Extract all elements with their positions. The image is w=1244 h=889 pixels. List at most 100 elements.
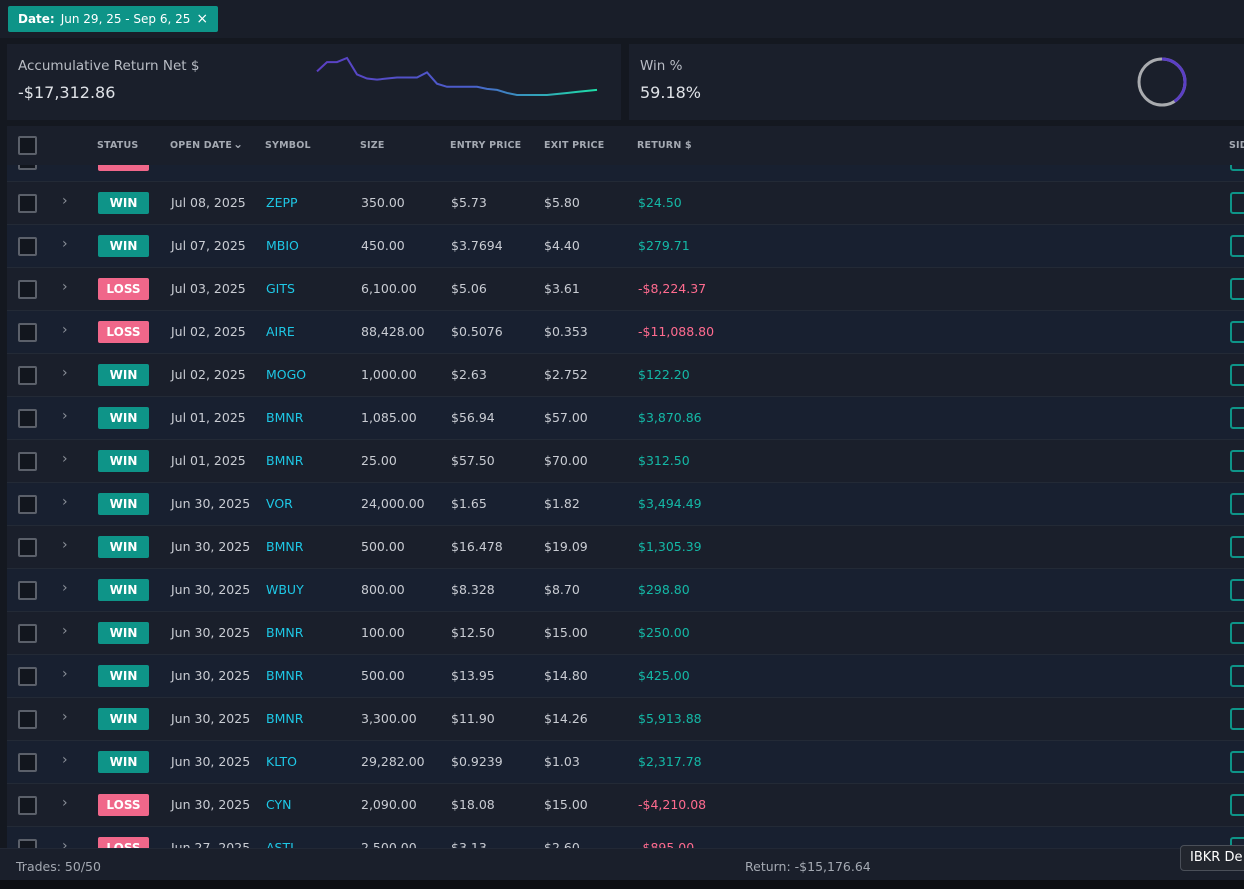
size: 2,090.00: [361, 797, 417, 812]
table-row[interactable]: › WIN Jul 01, 2025 BMNR 1,085.00 $56.94 …: [7, 397, 1244, 440]
table-row[interactable]: › LOSS Jul 03, 2025 GITS 6,100.00 $5.06 …: [7, 268, 1244, 311]
row-checkbox[interactable]: [18, 452, 37, 471]
status-badge: WIN: [98, 192, 149, 214]
symbol-link[interactable]: BMNR: [266, 539, 303, 554]
status-badge: LOSS: [98, 321, 149, 343]
row-checkbox[interactable]: [18, 538, 37, 557]
col-open-date[interactable]: OPEN DATE: [170, 140, 232, 151]
expand-chevron-icon[interactable]: ›: [62, 709, 68, 725]
table-row[interactable]: › WIN Jun 30, 2025 KLTO 29,282.00 $0.923…: [7, 741, 1244, 784]
row-checkbox[interactable]: [18, 796, 37, 815]
row-checkbox[interactable]: [18, 194, 37, 213]
row-checkbox[interactable]: [18, 581, 37, 600]
card-title: Win %: [640, 58, 683, 74]
size: 1,085.00: [361, 410, 417, 425]
col-entry-price[interactable]: ENTRY PRICE: [450, 140, 521, 151]
open-date: Jul 08, 2025: [171, 195, 246, 210]
symbol-link[interactable]: BMNR: [266, 711, 303, 726]
symbol-link[interactable]: VOR: [266, 496, 293, 511]
table-row[interactable]: › WIN Jun 30, 2025 BMNR 100.00 $12.50 $1…: [7, 612, 1244, 655]
tooltip: IBKR De: [1180, 845, 1244, 871]
row-checkbox[interactable]: [18, 753, 37, 772]
symbol-link[interactable]: BMNR: [266, 625, 303, 640]
table-row[interactable]: › WIN Jun 30, 2025 BMNR 500.00 $13.95 $1…: [7, 655, 1244, 698]
expand-chevron-icon[interactable]: ›: [62, 623, 68, 639]
expand-chevron-icon[interactable]: ›: [62, 408, 68, 424]
symbol-link[interactable]: MBIO: [266, 238, 299, 253]
side-badge: [1230, 364, 1244, 386]
col-exit-price[interactable]: EXIT PRICE: [544, 140, 604, 151]
side-badge: [1230, 278, 1244, 300]
side-badge: [1230, 493, 1244, 515]
table-row[interactable]: › WIN Jul 08, 2025 ZEPP 350.00 $5.73 $5.…: [7, 182, 1244, 225]
sparkline-series: [316, 56, 598, 96]
row-checkbox[interactable]: [18, 323, 37, 342]
return-value: $250.00: [638, 625, 690, 640]
table-header: STATUS OPEN DATE ⌄ SYMBOL SIZE ENTRY PRI…: [7, 126, 1244, 165]
table-row[interactable]: › LOSS Jun 30, 2025 CYN 2,090.00 $18.08 …: [7, 784, 1244, 827]
symbol-link[interactable]: BMNR: [266, 453, 303, 468]
table-row[interactable]: › WIN Jun 30, 2025 VOR 24,000.00 $1.65 $…: [7, 483, 1244, 526]
expand-chevron-icon[interactable]: ›: [62, 236, 68, 252]
expand-chevron-icon[interactable]: ›: [62, 451, 68, 467]
symbol-link[interactable]: CYN: [266, 797, 292, 812]
expand-chevron-icon[interactable]: ›: [62, 666, 68, 682]
open-date: Jul 01, 2025: [171, 410, 246, 425]
expand-chevron-icon[interactable]: ›: [62, 580, 68, 596]
row-checkbox[interactable]: [18, 237, 37, 256]
table-row[interactable]: › WIN Jul 01, 2025 BMNR 25.00 $57.50 $70…: [7, 440, 1244, 483]
row-checkbox[interactable]: [18, 624, 37, 643]
table-row[interactable]: › LOSS Jul 02, 2025 AIRE 88,428.00 $0.50…: [7, 311, 1244, 354]
size: 100.00: [361, 625, 405, 640]
date-filter-chip[interactable]: Date: Jun 29, 25 - Sep 6, 25 ×: [8, 6, 219, 32]
status-badge: WIN: [98, 579, 149, 601]
symbol-link[interactable]: GITS: [266, 281, 295, 296]
close-icon[interactable]: ×: [196, 11, 208, 27]
symbol-link[interactable]: BMNR: [266, 668, 303, 683]
symbol-link[interactable]: BMNR: [266, 410, 303, 425]
table-row[interactable]: › WIN Jul 07, 2025 MBIO 450.00 $3.7694 $…: [7, 225, 1244, 268]
table-row[interactable]: › WIN Jun 30, 2025 BMNR 500.00 $16.478 $…: [7, 526, 1244, 569]
entry-price: $3.7694: [451, 238, 503, 253]
return-value: $298.80: [638, 582, 690, 597]
col-symbol[interactable]: SYMBOL: [265, 140, 311, 151]
col-status[interactable]: STATUS: [97, 140, 138, 151]
table-row[interactable]: › WIN Jun 30, 2025 WBUY 800.00 $8.328 $8…: [7, 569, 1244, 612]
expand-chevron-icon[interactable]: ›: [62, 752, 68, 768]
symbol-link[interactable]: MOGO: [266, 367, 306, 382]
expand-chevron-icon[interactable]: ›: [62, 537, 68, 553]
table-row[interactable]: › WIN Jul 02, 2025 MOGO 1,000.00 $2.63 $…: [7, 354, 1244, 397]
entry-price: $1.65: [451, 496, 487, 511]
expand-chevron-icon[interactable]: ›: [62, 193, 68, 209]
row-checkbox[interactable]: [18, 280, 37, 299]
status-badge: WIN: [98, 450, 149, 472]
sort-chevron-down-icon[interactable]: ⌄: [233, 137, 243, 151]
side-badge: [1230, 235, 1244, 257]
symbol-link[interactable]: WBUY: [266, 582, 304, 597]
col-size[interactable]: SIZE: [360, 140, 385, 151]
row-checkbox[interactable]: [18, 409, 37, 428]
return-value: $122.20: [638, 367, 690, 382]
col-side[interactable]: SID: [1229, 140, 1244, 151]
expand-chevron-icon[interactable]: ›: [62, 279, 68, 295]
side-badge: [1230, 794, 1244, 816]
symbol-link[interactable]: KLTO: [266, 754, 297, 769]
side-badge: [1230, 450, 1244, 472]
select-all-checkbox[interactable]: [18, 136, 37, 155]
row-checkbox[interactable]: [18, 710, 37, 729]
table-row[interactable]: › WIN Jun 30, 2025 BMNR 3,300.00 $11.90 …: [7, 698, 1244, 741]
exit-price: $3.61: [544, 281, 580, 296]
row-checkbox[interactable]: [18, 495, 37, 514]
symbol-link[interactable]: ZEPP: [266, 195, 298, 210]
row-checkbox[interactable]: [18, 366, 37, 385]
row-checkbox[interactable]: [18, 667, 37, 686]
expand-chevron-icon[interactable]: ›: [62, 494, 68, 510]
side-badge: [1230, 708, 1244, 730]
expand-chevron-icon[interactable]: ›: [62, 365, 68, 381]
expand-chevron-icon[interactable]: ›: [62, 322, 68, 338]
return-value: -$8,224.37: [638, 281, 707, 296]
return-value: $2,317.78: [638, 754, 702, 769]
symbol-link[interactable]: AIRE: [266, 324, 295, 339]
expand-chevron-icon[interactable]: ›: [62, 795, 68, 811]
col-return[interactable]: RETURN $: [637, 140, 692, 151]
